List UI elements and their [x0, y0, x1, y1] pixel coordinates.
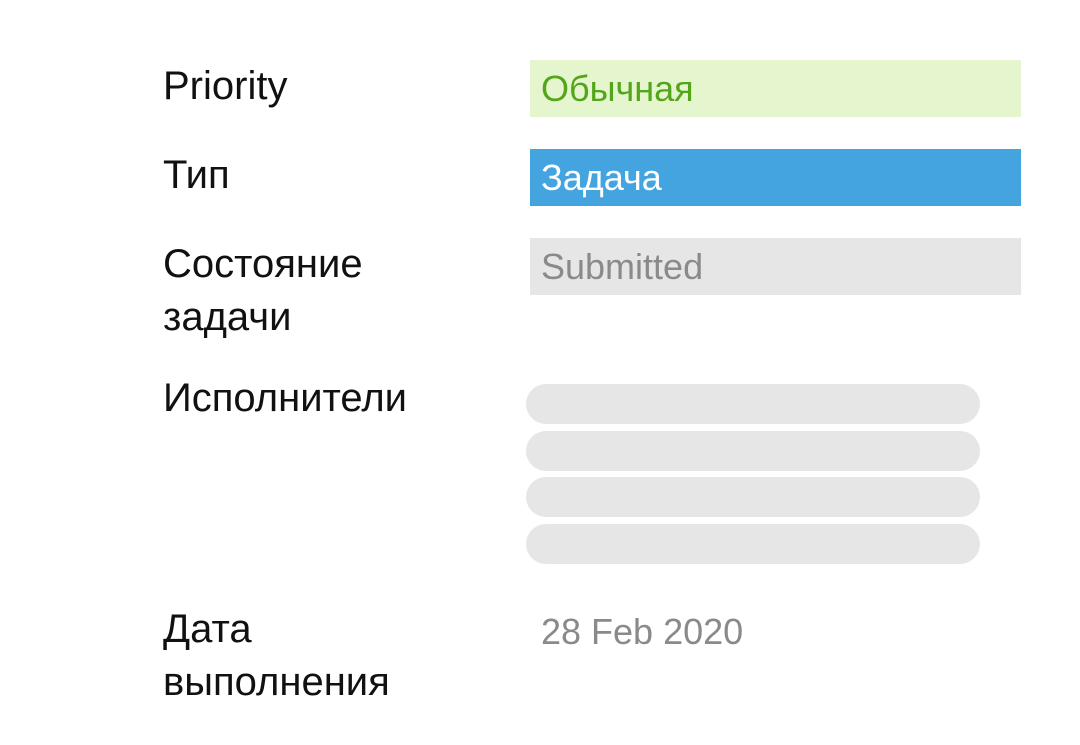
assignee-placeholder	[526, 524, 980, 564]
state-field[interactable]: Submitted	[530, 238, 1021, 295]
priority-label: Priority	[163, 64, 288, 108]
assignees-label: Исполнители	[163, 376, 408, 420]
due-date-label-line1: Дата	[163, 607, 252, 651]
type-label: Тип	[163, 153, 230, 197]
type-field[interactable]: Задача	[530, 149, 1021, 206]
assignee-placeholder	[526, 431, 980, 471]
due-date-label-line2: выполнения	[163, 660, 390, 704]
state-label-line1: Состояние	[163, 242, 363, 286]
assignee-placeholder	[526, 384, 980, 424]
priority-field[interactable]: Обычная	[530, 60, 1021, 117]
due-date-value[interactable]: 28 Feb 2020	[541, 605, 743, 658]
state-label: Состояние задачи	[163, 238, 493, 344]
due-date-label: Дата выполнения	[163, 603, 493, 709]
state-label-line2: задачи	[163, 295, 292, 339]
assignee-placeholder	[526, 477, 980, 517]
